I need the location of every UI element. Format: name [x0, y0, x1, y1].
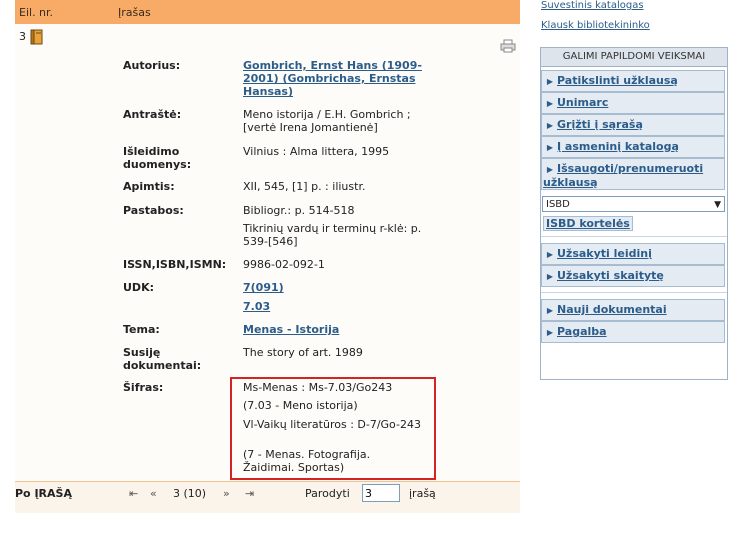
field-label-author: Autorius:	[123, 59, 181, 72]
union-catalog-link[interactable]: Suvestinis katalogas	[541, 0, 644, 11]
chevron-down-icon: ▼	[714, 200, 721, 210]
book-icon[interactable]	[30, 29, 44, 45]
show-record-input[interactable]	[362, 484, 400, 502]
call-number-line-4: (7 - Menas. Fotografija. Žaidimai. Sport…	[243, 448, 371, 474]
field-label-extent: Apimtis:	[123, 180, 175, 193]
divider	[541, 292, 727, 293]
record-number: 3	[19, 30, 26, 43]
record-nav-label: Po ĮRAŠĄ	[15, 487, 72, 500]
record-table-header: Eil. nr. Įrašas	[15, 0, 520, 24]
additional-actions-panel: GALIMI PAPILDOMI VEIKSMAI ▶ Patikslinti u…	[540, 47, 728, 380]
show-label: Parodyti	[305, 487, 350, 500]
field-label-publication: Išleidimo duomenys:	[123, 145, 192, 171]
field-value-extent: XII, 545, [1] p. : iliustr.	[243, 180, 366, 193]
udk-link-2[interactable]: 7.03	[243, 300, 433, 313]
triangle-right-icon: ▶	[546, 121, 554, 130]
triangle-right-icon: ▶	[546, 143, 554, 152]
panel-title: GALIMI PAPILDOMI VEIKSMAI	[541, 48, 727, 67]
unimarc-button[interactable]: ▶ Unimarc	[541, 92, 725, 114]
field-value-related: The story of art. 1989	[243, 346, 363, 359]
triangle-right-icon: ▶	[546, 328, 554, 337]
call-number-line-3: Vl-Vaikų literatūros : D-7/Go-243	[243, 418, 421, 431]
triangle-right-icon: ▶	[546, 165, 554, 174]
field-label-notes: Pastabos:	[123, 204, 184, 217]
field-label-subject: Tema:	[123, 323, 160, 336]
field-label-related: Susiję dokumentai:	[123, 346, 202, 372]
last-record-icon[interactable]: ⇥	[245, 487, 254, 500]
save-subscribe-query-button[interactable]: ▶ Išsaugoti/prenumeruoti užklausą	[541, 158, 725, 190]
field-value-notes-1: Bibliogr.: p. 514-518	[243, 204, 355, 217]
order-publication-button[interactable]: ▶ Užsakyti leidinį	[541, 243, 725, 265]
record-navigation-bar: Po ĮRAŠĄ ⇤ « 3 (10) » ⇥ Parodyti įrašą	[15, 481, 520, 513]
format-select[interactable]: ISBD ▼	[542, 196, 725, 212]
show-unit-label: įrašą	[409, 487, 436, 500]
format-select-value: ISBD	[546, 199, 570, 210]
field-value-title: Meno istorija / E.H. Gombrich ; [vertė I…	[243, 108, 411, 134]
field-label-udk: UDK:	[123, 281, 154, 294]
field-value-isbn: 9986-02-092-1	[243, 258, 325, 271]
record-panel: Eil. nr. Įrašas 3 Autorius: Gombrich, Er…	[15, 0, 520, 513]
udk-link-1[interactable]: 7(091)	[243, 281, 433, 294]
new-documents-button[interactable]: ▶ Nauji dokumentai	[541, 299, 725, 321]
field-label-call-number: Šifras:	[123, 381, 164, 394]
call-number-line-2: (7.03 - Meno istorija)	[243, 399, 358, 412]
triangle-right-icon: ▶	[546, 99, 554, 108]
triangle-right-icon: ▶	[546, 306, 554, 315]
divider	[541, 236, 727, 237]
help-button[interactable]: ▶ Pagalba	[541, 321, 725, 343]
personal-catalog-button[interactable]: ▶ Į asmeninį katalogą	[541, 136, 725, 158]
ask-librarian-link[interactable]: Klausk bibliotekininko	[541, 20, 650, 31]
field-value-notes-2: Tikrinių vardų ir terminų r-klė: p. 539-…	[243, 222, 422, 248]
previous-record-icon[interactable]: «	[150, 487, 157, 500]
order-copy-button[interactable]: ▶ Užsakyti skaitytę	[541, 265, 725, 287]
first-record-icon[interactable]: ⇤	[129, 487, 138, 500]
field-label-isbn: ISSN,ISBN,ISMN:	[123, 258, 227, 271]
isbd-cards-button[interactable]: ISBD kortelės	[543, 216, 633, 231]
column-header-nr: Eil. nr.	[19, 6, 54, 19]
triangle-right-icon: ▶	[546, 77, 554, 86]
triangle-right-icon: ▶	[546, 272, 554, 281]
subject-link[interactable]: Menas - Istorija	[243, 323, 433, 336]
author-link[interactable]: Gombrich, Ernst Hans (1909-2001) (Gombri…	[243, 59, 433, 98]
record-position: 3 (10)	[173, 487, 207, 500]
back-to-list-button[interactable]: ▶ Grįžti į sąrašą	[541, 114, 725, 136]
column-header-record: Įrašas	[118, 6, 151, 19]
field-label-title: Antraštė:	[123, 108, 182, 121]
call-number-line-1: Ms-Menas : Ms-7.03/Go243	[243, 381, 393, 394]
field-value-publication: Vilnius : Alma littera, 1995	[243, 145, 390, 158]
refine-query-button[interactable]: ▶ Patikslinti užklausą	[541, 70, 725, 92]
next-record-icon[interactable]: »	[223, 487, 230, 500]
triangle-right-icon: ▶	[546, 250, 554, 259]
print-icon[interactable]	[500, 39, 516, 53]
